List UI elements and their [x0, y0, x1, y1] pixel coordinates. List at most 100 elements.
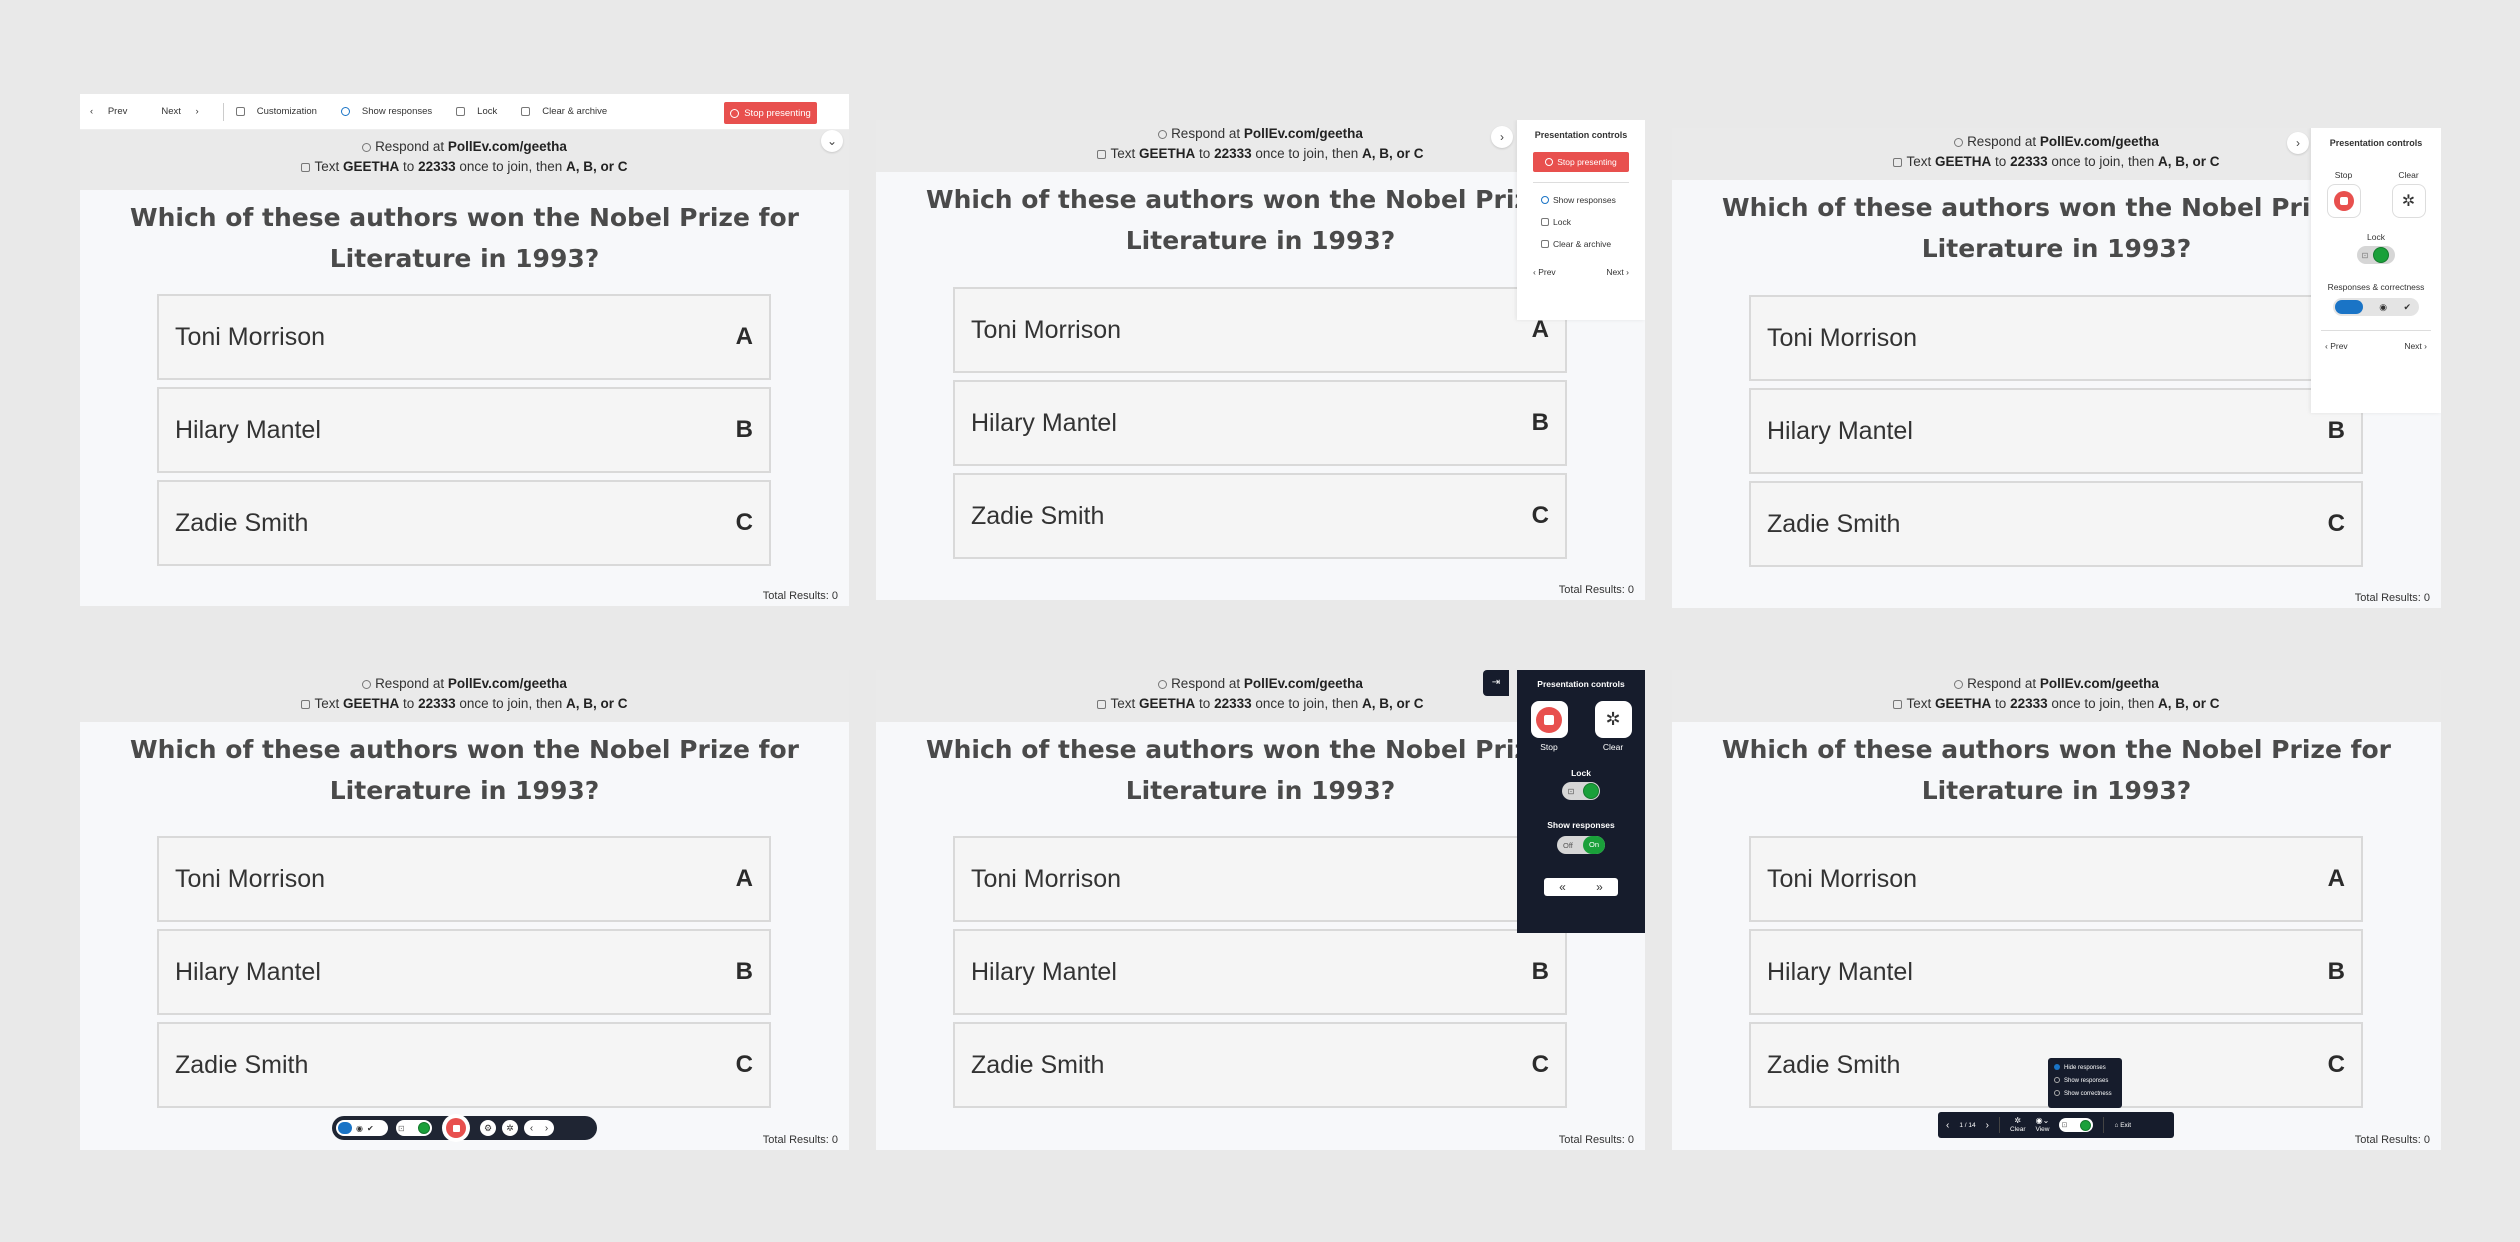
stop-button[interactable] — [442, 1114, 470, 1142]
show-responses-toggle[interactable]: Off On — [1557, 836, 1605, 854]
option-c: Zadie Smith C — [1749, 481, 2363, 567]
total-results: Total Results: 0 — [1558, 1134, 1634, 1146]
respond-instructions: Respond at PollEv.com/geetha Text GEETHA… — [80, 130, 849, 190]
lock-toggle[interactable]: ⊡ — [2357, 246, 2395, 264]
collapse-controls-button[interactable]: ⇥ — [1483, 670, 1509, 696]
clear-icon[interactable]: ✲ — [502, 1120, 518, 1136]
lock-open-icon: ⊡ — [1567, 786, 1575, 796]
prev-button[interactable]: ‹ Prev — [90, 106, 139, 117]
show-responses-button[interactable]: Show responses — [1541, 195, 1621, 205]
option-c: Zadie Smith C — [157, 1022, 771, 1108]
option-b: Hilary Mantel B — [157, 929, 771, 1015]
controls-title: Presentation controls — [1537, 679, 1625, 689]
option-b: Hilary Mantel B — [953, 380, 1567, 466]
option-a: Toni MorrisonA — [157, 294, 771, 380]
option-c: Zadie Smith C — [157, 480, 771, 566]
options-list: Toni MorrisonA Hilary MantelB Zadie Smit… — [157, 836, 771, 1115]
collapse-controls-button[interactable]: › — [1491, 126, 1513, 148]
stop-control[interactable]: Stop — [2326, 170, 2361, 218]
option-a: Toni MorrisonA — [157, 836, 771, 922]
exit-button[interactable]: ⌂ Exit — [2114, 1122, 2131, 1129]
eye-icon — [340, 107, 350, 116]
menu-item-hide-responses[interactable]: Hide responses — [2054, 1064, 2116, 1071]
options-list: Toni MorrisonA Hilary MantelB Zadie Smit… — [953, 836, 1567, 1115]
total-results: Total Results: 0 — [762, 590, 838, 602]
menu-item-show-correctness[interactable]: Show correctness — [2054, 1090, 2116, 1097]
eye-icon[interactable]: ◉ — [356, 1124, 363, 1133]
clear-control[interactable]: ✲ Clear — [1594, 701, 1632, 752]
clear-icon: ✲ — [1594, 701, 1632, 738]
customization-button[interactable]: Customization — [235, 106, 329, 117]
eye-icon: ◉⌄ — [2035, 1115, 2050, 1125]
check-icon[interactable]: ✔ — [2403, 302, 2411, 313]
check-icon[interactable]: ✔ — [367, 1124, 374, 1133]
next-button[interactable]: › — [545, 1123, 548, 1134]
collapse-controls-button[interactable]: › — [2287, 132, 2309, 154]
next-button[interactable]: Next › — [161, 106, 210, 117]
stop-icon — [730, 108, 740, 118]
clear-archive-button[interactable]: Clear & archive — [521, 106, 619, 117]
option-c: Zadie Smith C — [953, 473, 1567, 559]
bottom-controls-bar: ‹ 1 / 14 › ✲ Clear ◉⌄ View ⊡ ⌂ Exit — [1938, 1112, 2174, 1138]
prev-button[interactable]: ‹ Prev — [2325, 341, 2348, 351]
chevron-left-icon: ‹ — [90, 106, 96, 117]
view-button[interactable]: ◉⌄ View — [2035, 1115, 2050, 1134]
question-title: Which of these authors won the Nobel Pri… — [130, 203, 799, 273]
controls-title: Presentation controls — [2329, 138, 2423, 148]
show-responses-label: Show responses — [1547, 820, 1615, 830]
collapse-toolbar-button[interactable]: ⌄ — [821, 130, 843, 152]
options-list: Toni MorrisonA Hilary MantelB Zadie Smit… — [1749, 295, 2363, 574]
lock-toggle[interactable] — [418, 1122, 430, 1134]
lock-open-icon: ⊡ — [2061, 1122, 2068, 1129]
stop-presenting-button[interactable]: Stop presenting — [724, 102, 817, 124]
stop-presenting-button[interactable]: Stop presenting — [1533, 152, 1629, 172]
show-responses-button[interactable]: Show responses — [340, 106, 444, 117]
presentation-controls: Presentation controls Stop Clear ✲ Lock ⊡… — [2311, 128, 2441, 413]
presentation-controls: Presentation controls Stop ✲ Clear Lock ⊡… — [1517, 670, 1645, 933]
eye-icon — [1541, 196, 1549, 204]
respond-instructions: Respond at PollEv.com/geetha Text GEETHA… — [80, 670, 849, 722]
total-results: Total Results: 0 — [1558, 584, 1634, 596]
next-button[interactable]: Next › — [2404, 341, 2427, 351]
option-b: Hilary Mantel B — [1749, 929, 2363, 1015]
clear-control[interactable]: Clear ✲ — [2391, 170, 2426, 218]
lock-toggle[interactable]: ⊡ — [2059, 1118, 2094, 1132]
menu-item-show-responses[interactable]: Show responses — [2054, 1077, 2116, 1084]
home-icon — [235, 107, 245, 116]
chevron-right-icon: › — [192, 106, 199, 117]
stop-control[interactable]: Stop — [1530, 701, 1568, 752]
clear-icon: ✲ — [2014, 1115, 2022, 1125]
lock-closed-icon — [1583, 783, 1599, 799]
stop-icon — [1545, 158, 1554, 166]
prev-button[interactable]: ‹ Prev — [1533, 267, 1556, 277]
question-title: Which of these authors won the Nobel Pri… — [1722, 735, 2391, 805]
lock-button[interactable]: Lock — [456, 106, 509, 117]
option-a: Toni MorrisonA — [1749, 836, 2363, 922]
option-b: Hilary Mantel B — [1749, 388, 2363, 474]
clear-archive-button[interactable]: Clear & archive — [1541, 239, 1621, 249]
lock-button[interactable]: Lock — [1541, 217, 1621, 227]
lock-toggle[interactable]: ⊡ — [1562, 782, 1600, 800]
eye-icon[interactable]: ◉ — [2379, 302, 2387, 313]
chevron-right-icon: › — [2296, 136, 2300, 150]
next-button[interactable]: Next › — [1606, 267, 1629, 277]
hide-responses-toggle[interactable] — [338, 1122, 352, 1134]
hide-responses-toggle[interactable] — [2335, 300, 2363, 314]
clear-icon — [1541, 240, 1549, 248]
collapse-icon: ⇥ — [1491, 677, 1501, 688]
total-results: Total Results: 0 — [2354, 1134, 2430, 1146]
prev-button[interactable]: ‹ — [1946, 1120, 1949, 1131]
lock-label: Lock — [1571, 768, 1591, 778]
prev-button[interactable]: ‹ — [530, 1123, 533, 1134]
prev-button[interactable]: « — [1559, 880, 1566, 894]
option-b: Hilary Mantel B — [157, 387, 771, 473]
respond-instructions: Respond at PollEv.com/geetha Text GEETHA… — [1672, 670, 2441, 722]
clear-button[interactable]: ✲ Clear — [2010, 1115, 2026, 1134]
clear-icon: ✲ — [2391, 184, 2426, 218]
slide-panel-5: Respond at PollEv.com/geetha Text GEETHA… — [876, 670, 1645, 1150]
next-button[interactable]: » — [1596, 880, 1603, 894]
next-button[interactable]: › — [1986, 1120, 1989, 1131]
settings-icon[interactable]: ⚙ — [480, 1120, 496, 1136]
question-title: Which of these authors won the Nobel Pri… — [130, 735, 799, 805]
options-list: Toni MorrisonA Hilary MantelB Zadie Smit… — [157, 294, 771, 573]
